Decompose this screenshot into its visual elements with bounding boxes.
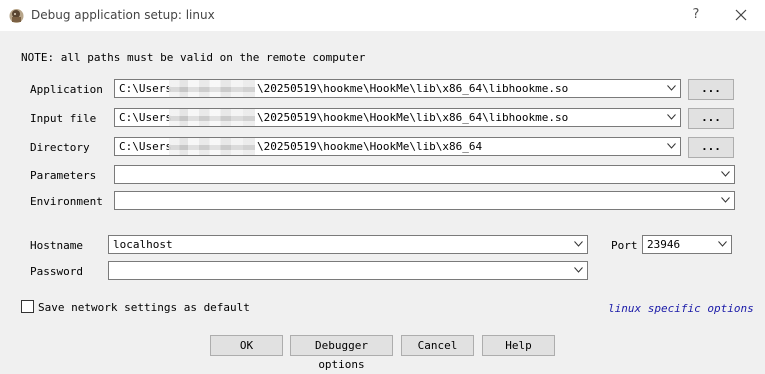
directory-label: Directory (30, 141, 90, 154)
application-path-prefix: C:\Users (119, 82, 172, 95)
input-file-path-prefix: C:\Users (119, 111, 172, 124)
input-file-path-suffix: \20250519\hookme\HookMe\lib\x86_64\libho… (257, 111, 569, 124)
ok-button[interactable]: OK (210, 335, 283, 356)
application-combo[interactable]: C:\Users \20250519\hookme\HookMe\lib\x86… (114, 79, 681, 98)
application-browse-button[interactable]: ... (688, 79, 734, 100)
application-path-suffix: \20250519\hookme\HookMe\lib\x86_64\libho… (257, 82, 569, 95)
ida-app-icon (9, 9, 24, 23)
note-text: NOTE: all paths must be valid on the rem… (21, 51, 366, 64)
port-value: 23946 (647, 238, 681, 251)
directory-path-suffix: \20250519\hookme\HookMe\lib\x86_64 (257, 140, 483, 153)
directory-combo[interactable]: C:\Users \20250519\hookme\HookMe\lib\x86… (114, 137, 681, 156)
help-button[interactable]: Help (482, 335, 555, 356)
chevron-down-icon (667, 85, 676, 91)
directory-path-prefix: C:\Users (119, 140, 172, 153)
close-icon (735, 9, 747, 21)
chevron-down-icon (721, 197, 730, 203)
save-default-label[interactable]: Save network settings as default (38, 301, 250, 314)
window-title: Debug application setup: linux (31, 8, 215, 22)
environment-label: Environment (30, 195, 103, 208)
redacted-username (169, 138, 255, 155)
parameters-combo[interactable] (114, 165, 735, 184)
chevron-down-icon (718, 241, 727, 247)
close-button[interactable] (728, 5, 754, 25)
port-label: Port (611, 239, 638, 252)
input-file-label: Input file (30, 112, 97, 125)
port-combo[interactable]: 23946 (642, 235, 732, 254)
redacted-username (169, 80, 255, 97)
parameters-label: Parameters (30, 169, 97, 182)
password-combo[interactable] (108, 261, 588, 280)
input-file-combo[interactable]: C:\Users \20250519\hookme\HookMe\lib\x86… (114, 108, 681, 127)
chevron-down-icon (574, 267, 583, 273)
debugger-options-button[interactable]: Debugger options (290, 335, 393, 371)
chevron-down-icon (721, 171, 730, 177)
redacted-username (169, 109, 255, 126)
input-file-browse-button[interactable]: ... (688, 108, 734, 129)
hostname-value: localhost (113, 238, 173, 251)
chevron-down-icon (667, 114, 676, 120)
password-label: Password (30, 265, 83, 278)
application-label: Application (30, 83, 103, 96)
save-default-checkbox[interactable] (21, 300, 34, 313)
environment-combo[interactable] (114, 191, 735, 210)
hostname-combo[interactable]: localhost (108, 235, 588, 254)
chevron-down-icon (667, 143, 676, 149)
linux-specific-options-link[interactable]: linux specific options (608, 302, 754, 315)
directory-browse-button[interactable]: ... (688, 137, 734, 158)
hostname-label: Hostname (30, 239, 83, 252)
help-title-button[interactable]: ? (684, 5, 708, 25)
chevron-down-icon (574, 241, 583, 247)
cancel-button[interactable]: Cancel (401, 335, 474, 356)
title-bar: Debug application setup: linux ? (0, 0, 765, 31)
